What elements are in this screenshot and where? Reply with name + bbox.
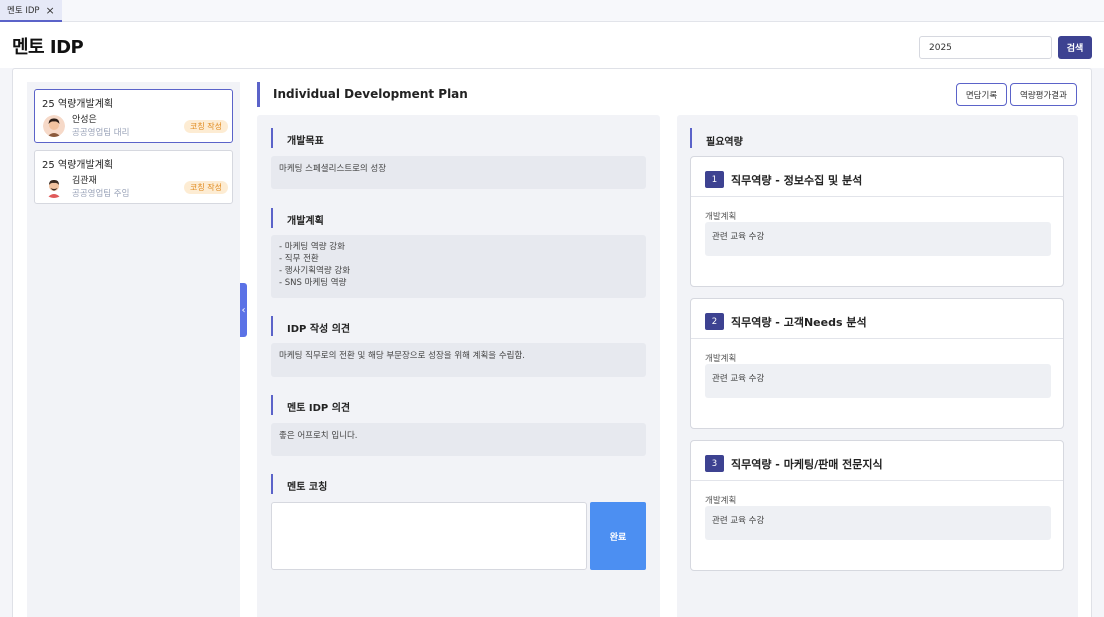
coaching-textarea[interactable] — [271, 502, 587, 570]
collapse-handle[interactable]: ‹ — [240, 283, 247, 337]
title-accent-bar — [257, 82, 260, 107]
chevron-left-icon: ‹ — [241, 304, 246, 316]
section-accent-bar — [271, 474, 273, 494]
done-button[interactable]: 완료 — [590, 502, 646, 570]
avatar — [43, 115, 65, 137]
year-input[interactable] — [919, 36, 1052, 59]
opinion-label: IDP 작성 의견 — [287, 324, 351, 335]
competency-header: 1 직무역량 - 정보수집 및 분석 — [691, 157, 1063, 197]
list-item-title: 25 역량개발계획 — [42, 160, 114, 171]
person-dept: 공공영업팀 주임 — [72, 189, 130, 199]
required-label: 필요역량 — [706, 137, 743, 148]
plan-line: - SNS 마케팅 역량 — [279, 278, 347, 288]
section-accent-bar — [271, 128, 273, 148]
section-accent-bar — [271, 316, 273, 336]
page-title: 멘토 IDP — [12, 37, 84, 58]
competency-card: 3 직무역량 - 마케팅/판매 전문지식 개발계획 관련 교육 수강 — [690, 440, 1064, 571]
tab-mentor-idp[interactable]: 멘토 IDP × — [0, 0, 62, 22]
close-icon[interactable]: × — [46, 5, 55, 16]
status-badge: 코칭 작성 — [184, 181, 228, 194]
list-item[interactable]: 25 역량개발계획 김관재 공공영업팀 주임 코칭 작성 — [34, 150, 233, 204]
list-item[interactable]: 25 역량개발계획 안성은 공공영업팀 대리 코칭 작성 — [34, 89, 233, 143]
person-dept: 공공영업팀 대리 — [72, 128, 130, 138]
plan-line: - 행사기획역량 강화 — [279, 266, 351, 276]
competency-card: 1 직무역량 - 정보수집 및 분석 개발계획 관련 교육 수강 — [690, 156, 1064, 287]
plan-text: - 마케팅 역량 강화 - 직무 전환 - 행사기획역량 강화 - SNS 마케… — [271, 235, 646, 298]
competency-number: 2 — [705, 313, 724, 330]
competency-plan-label: 개발계획 — [705, 212, 737, 222]
plan-line: - 직무 전환 — [279, 254, 319, 264]
competency-header: 3 직무역량 - 마케팅/판매 전문지식 — [691, 441, 1063, 481]
tab-bar: 멘토 IDP × — [0, 0, 1104, 22]
competency-title: 직무역량 - 고객Needs 분석 — [731, 316, 867, 329]
coaching-label: 멘토 코칭 — [287, 482, 328, 493]
competency-plan-label: 개발계획 — [705, 496, 737, 506]
idp-title: Individual Development Plan — [273, 87, 468, 101]
status-badge: 코칭 작성 — [184, 120, 228, 133]
plan-line: - 마케팅 역량 강화 — [279, 242, 345, 252]
competency-title: 직무역량 - 정보수집 및 분석 — [731, 174, 863, 187]
section-accent-bar — [690, 128, 692, 148]
mentor-opinion-label: 멘토 IDP 의견 — [287, 403, 351, 414]
list-item-title: 25 역량개발계획 — [42, 99, 114, 110]
tab-label: 멘토 IDP — [7, 6, 40, 16]
competency-title: 직무역량 - 마케팅/판매 전문지식 — [731, 458, 883, 471]
competency-plan-text: 관련 교육 수강 — [705, 506, 1051, 540]
goal-text: 마케팅 스페셜리스트로의 성장 — [271, 156, 646, 189]
search-button[interactable]: 검색 — [1058, 36, 1092, 59]
goal-label: 개발목표 — [287, 136, 324, 147]
opinion-text: 마케팅 직무로의 전환 및 해당 부문장으로 성장을 위해 계획을 수립함. — [271, 343, 646, 377]
plan-label: 개발계획 — [287, 216, 324, 227]
evaluation-result-button[interactable]: 역량평가결과 — [1010, 83, 1077, 106]
interview-record-button[interactable]: 면담기록 — [956, 83, 1007, 106]
person-name: 김관재 — [72, 176, 97, 186]
mentor-opinion-text: 좋은 어프로치 입니다. — [271, 423, 646, 456]
competency-header: 2 직무역량 - 고객Needs 분석 — [691, 299, 1063, 339]
competency-card: 2 직무역량 - 고객Needs 분석 개발계획 관련 교육 수강 — [690, 298, 1064, 429]
competency-plan-label: 개발계획 — [705, 354, 737, 364]
avatar — [43, 176, 65, 198]
person-name: 안성은 — [72, 115, 97, 125]
section-accent-bar — [271, 208, 273, 228]
competency-plan-text: 관련 교육 수강 — [705, 222, 1051, 256]
competency-number: 1 — [705, 171, 724, 188]
competency-plan-text: 관련 교육 수강 — [705, 364, 1051, 398]
competency-number: 3 — [705, 455, 724, 472]
section-accent-bar — [271, 395, 273, 415]
